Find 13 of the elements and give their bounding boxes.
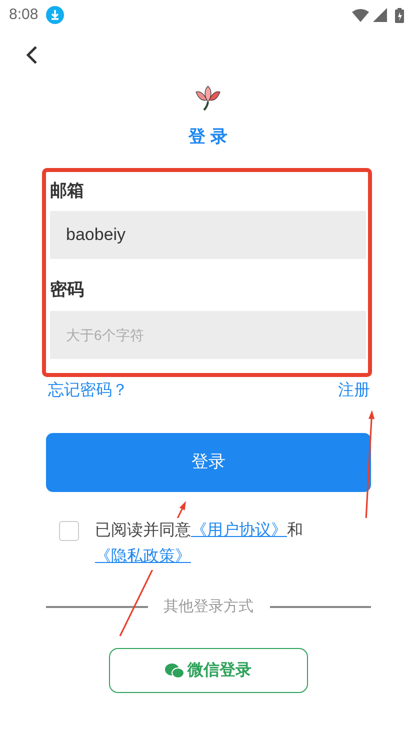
- field-label: 密码: [50, 280, 84, 299]
- page-title: 登 录: [188, 126, 228, 148]
- wechat-login-button[interactable]: 微信登录: [108, 648, 308, 693]
- forgot-password-link[interactable]: 忘记密码？: [48, 378, 128, 402]
- field-label: 邮箱: [50, 180, 84, 200]
- password-field[interactable]: 大于6个字符: [50, 310, 366, 358]
- email-field[interactable]: baobeiy: [50, 211, 366, 259]
- register-link[interactable]: 注册: [338, 378, 370, 402]
- status-time: 8:08: [9, 4, 38, 25]
- agreement-link[interactable]: 《隐私政策》: [95, 548, 191, 564]
- other-login-label: 其他登录方式: [164, 596, 254, 616]
- agreement-link[interactable]: 《用户协议》: [191, 522, 287, 538]
- login-button[interactable]: 登录: [46, 432, 371, 492]
